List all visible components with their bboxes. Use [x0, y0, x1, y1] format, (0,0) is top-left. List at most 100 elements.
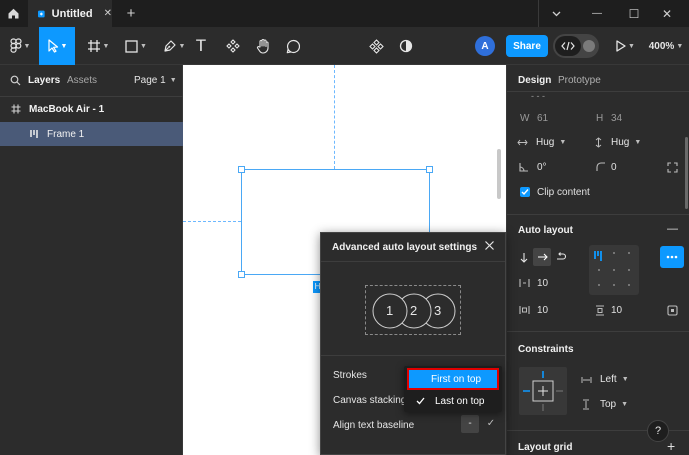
rotation-field[interactable]: 0°	[537, 162, 547, 173]
close-tab-icon[interactable]: ✕	[104, 8, 112, 19]
titlebar-dropdown-button[interactable]	[541, 0, 571, 27]
component-tool-button[interactable]	[365, 27, 387, 65]
pen-tool-button[interactable]: ▼	[156, 27, 192, 65]
panel-divider	[0, 96, 183, 97]
canvas-stacking-menu: First on top Last on top	[404, 366, 502, 412]
chevron-down-icon: ▼	[178, 42, 186, 50]
search-button[interactable]	[10, 75, 21, 86]
shape-tool-button[interactable]: ▼	[118, 27, 154, 65]
close-window-button[interactable]: ✕	[645, 0, 689, 27]
resize-handle-tr[interactable]	[426, 166, 433, 173]
horizontal-constraint-value: Left	[600, 374, 617, 385]
alignment-grid[interactable]	[589, 245, 639, 295]
hand-tool-button[interactable]	[252, 27, 274, 65]
add-layout-grid-button[interactable]: +	[667, 438, 675, 454]
check-icon	[521, 189, 529, 196]
resize-handle-bl[interactable]	[238, 271, 245, 278]
layer-row-frame-1[interactable]: Frame 1	[0, 122, 183, 146]
remove-auto-layout-button[interactable]: —	[667, 223, 678, 235]
cursor-arrow-icon	[47, 39, 58, 53]
width-label: W	[520, 113, 530, 124]
height-sizing-dropdown[interactable]: Hug ▼	[594, 137, 641, 148]
horizontal-constraint-dropdown[interactable]: Left ▼	[581, 374, 629, 385]
home-button[interactable]	[0, 0, 27, 27]
padding-horizontal-icon	[519, 306, 530, 314]
figma-logo-icon	[9, 38, 22, 53]
clip-content-checkbox[interactable]	[520, 187, 530, 197]
hug-horizontal-icon	[517, 139, 528, 146]
clipped-row: - - -	[531, 91, 545, 101]
menu-item-last-on-top[interactable]: Last on top	[407, 391, 499, 411]
horizontal-guide	[183, 221, 241, 222]
padding-vertical-field[interactable]: 10	[611, 305, 622, 316]
share-button[interactable]: Share	[506, 35, 548, 57]
page-label: Page 1	[134, 75, 166, 86]
constraints-title: Constraints	[518, 344, 574, 355]
padding-horizontal-field[interactable]: 10	[537, 305, 548, 316]
baseline-on-button[interactable]: ✓	[482, 415, 500, 433]
comment-tool-button[interactable]	[282, 27, 304, 65]
tab-layers[interactable]: Layers	[28, 75, 60, 86]
tab-design[interactable]: Design	[518, 75, 551, 86]
new-tab-button[interactable]: +	[120, 0, 142, 27]
tab-prototype[interactable]: Prototype	[558, 75, 601, 86]
constraints-diagram-icon	[523, 371, 563, 411]
hug-vertical-icon	[595, 137, 602, 148]
gap-field[interactable]: 10	[537, 278, 548, 289]
zoom-dropdown[interactable]: 400% ▼	[646, 27, 686, 65]
panel-scrollbar[interactable]	[685, 137, 688, 209]
help-button[interactable]: ?	[647, 420, 669, 442]
baseline-off-button[interactable]: -	[461, 415, 479, 433]
layer-row-macbook-air[interactable]: MacBook Air - 1	[0, 98, 183, 120]
file-tab[interactable]: Untitled ✕	[28, 0, 112, 27]
chevron-down-icon: ▼	[169, 77, 177, 84]
design-panel: Design Prototype - - - W 61 H 34 Hug ▼ H…	[506, 65, 689, 455]
chevron-down-icon	[552, 11, 560, 16]
main-menu-button[interactable]: ▼	[4, 27, 36, 65]
layout-grid-title: Layout grid	[518, 442, 573, 453]
move-tool-button[interactable]: ▼	[39, 27, 75, 65]
dev-mode-toggle[interactable]	[553, 34, 599, 58]
frame-tool-button[interactable]: ▼	[80, 27, 116, 65]
direction-horizontal-button[interactable]	[533, 248, 551, 266]
direction-vertical-button[interactable]	[519, 252, 529, 263]
wrap-icon	[557, 252, 567, 260]
direction-wrap-button[interactable]	[556, 252, 567, 262]
page-selector[interactable]: Page 1 ▼	[134, 75, 177, 86]
more-dots-icon	[666, 255, 678, 259]
close-icon: ✕	[661, 6, 673, 21]
height-field[interactable]: 34	[611, 113, 622, 124]
menu-item-label: First on top	[431, 373, 482, 385]
padding-h-icon-wrap	[519, 305, 530, 315]
home-icon	[8, 8, 19, 19]
resize-handle-tl[interactable]	[238, 166, 245, 173]
theme-toggle-button[interactable]	[395, 27, 417, 65]
menu-item-first-on-top[interactable]: First on top	[407, 368, 499, 390]
toggle-thumb	[583, 40, 595, 52]
auto-layout-frame-icon	[30, 130, 38, 138]
components-button[interactable]	[222, 27, 244, 65]
text-tool-button[interactable]: T	[190, 27, 212, 65]
tab-assets[interactable]: Assets	[67, 75, 97, 86]
dialog-close-button[interactable]	[484, 240, 495, 251]
width-sizing-dropdown[interactable]: Hug ▼	[517, 137, 566, 148]
individual-padding-button[interactable]	[667, 305, 678, 316]
independent-corners-button[interactable]	[667, 162, 678, 173]
dialog-divider	[321, 261, 505, 262]
titlebar-divider	[538, 0, 539, 27]
width-field[interactable]: 61	[537, 113, 548, 124]
gap-horizontal-icon	[519, 279, 530, 287]
components-icon	[226, 39, 240, 53]
avatar[interactable]: A	[474, 27, 496, 65]
corners-icon	[667, 162, 678, 173]
canvas-scrollbar[interactable]	[497, 149, 501, 199]
radius-field[interactable]: 0	[611, 162, 617, 173]
layers-panel: Layers Assets Page 1 ▼ MacBook Air - 1 F…	[0, 65, 183, 455]
alignment-dots-icon	[594, 251, 630, 286]
rotation-icon	[519, 163, 528, 172]
chevron-down-icon: ▼	[23, 42, 31, 50]
advanced-settings-button[interactable]	[660, 246, 684, 268]
vertical-constraint-dropdown[interactable]: Top ▼	[582, 399, 628, 410]
present-button[interactable]: ▼	[610, 27, 640, 65]
constraints-widget[interactable]	[519, 367, 567, 415]
